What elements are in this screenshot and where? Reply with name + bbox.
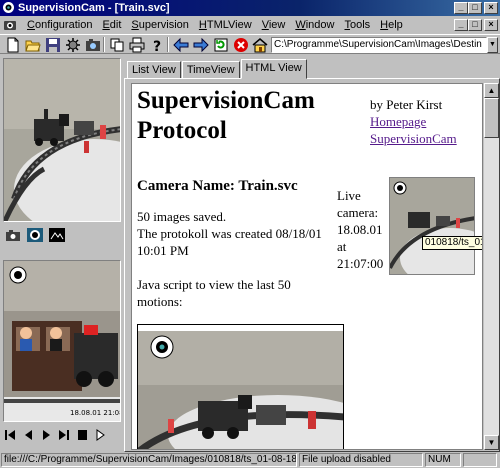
stop-icon[interactable]	[232, 36, 250, 53]
menu-help[interactable]: Help	[375, 18, 408, 32]
status-upload: File upload disabled	[299, 453, 423, 467]
open-folder-icon[interactable]	[24, 36, 42, 53]
status-url: file:///C:/Programme/SupervisionCam/Imag…	[1, 453, 297, 467]
skip-forward-icon[interactable]	[58, 427, 70, 443]
child-restore-button[interactable]: □	[468, 19, 482, 31]
child-minimize-button[interactable]: _	[454, 19, 468, 31]
live-camera-1-view[interactable]	[3, 58, 121, 222]
camera-icon[interactable]	[4, 227, 22, 243]
live-camera-2-view[interactable]: 18.08.01 21:08:20	[3, 260, 121, 422]
java-info: Java script to view the last 50 motions:	[137, 277, 291, 309]
document-camera-icon[interactable]	[3, 18, 17, 32]
scroll-up-arrow-icon[interactable]: ▲	[484, 83, 499, 98]
menu-supervision[interactable]: Supervision	[126, 18, 193, 32]
tab-html-view[interactable]: HTML View	[240, 59, 307, 79]
new-file-icon[interactable]	[4, 36, 22, 53]
supervisioncam-link[interactable]: SupervisionCam	[370, 130, 457, 147]
saved-info: 50 images saved. The protokoll was creat…	[137, 209, 322, 258]
image-tooltip: 010818/ts_01-08-1	[422, 236, 482, 250]
status-num-lock: NUM	[425, 453, 461, 467]
save-disk-icon[interactable]	[44, 36, 62, 53]
title-bar[interactable]: SupervisionCam - [Train.svc] _ □ ×	[0, 0, 500, 16]
toolbar-separator	[103, 37, 105, 52]
address-dropdown-arrow-icon[interactable]: ▼	[487, 37, 498, 53]
menu-edit[interactable]: Edit	[97, 18, 126, 32]
motion-detect-icon[interactable]	[48, 227, 66, 243]
scroll-down-arrow-icon[interactable]: ▼	[484, 435, 499, 450]
camera-timestamp: 18.08.01 21:08:20	[70, 409, 121, 417]
toolbar: ? C:\Programme\SupervisionCam\Images\Des…	[0, 34, 500, 55]
home-icon[interactable]	[251, 36, 269, 53]
copy-icon[interactable]	[108, 36, 126, 53]
html-view-content[interactable]: SupervisionCam Protocol by Peter Kirst H…	[131, 83, 483, 450]
refresh-icon[interactable]	[212, 36, 230, 53]
motion-image[interactable]	[137, 324, 344, 449]
minimize-button[interactable]: _	[454, 2, 468, 14]
status-empty	[463, 453, 497, 467]
menu-window[interactable]: Window	[290, 18, 339, 32]
settings-tools-icon[interactable]	[64, 36, 82, 53]
page-title: SupervisionCam Protocol	[137, 87, 315, 144]
back-arrow-icon[interactable]	[172, 36, 190, 53]
tab-time-view[interactable]: TimeView	[181, 61, 240, 79]
help-question-icon[interactable]: ?	[148, 36, 166, 55]
menu-view[interactable]: View	[257, 18, 291, 32]
play-outline-icon[interactable]	[94, 427, 106, 443]
vertical-scrollbar[interactable]: ▲ ▼	[484, 83, 499, 450]
window-title: SupervisionCam - [Train.svc]	[18, 2, 170, 14]
skip-back-icon[interactable]	[4, 427, 16, 443]
byline-block: by Peter Kirst Homepage SupervisionCam	[370, 96, 457, 147]
maximize-button[interactable]: □	[468, 2, 482, 14]
status-bar: file:///C:/Programme/SupervisionCam/Imag…	[0, 452, 500, 468]
live-camera-info: Live camera: 18.08.01 at 21:07:00	[337, 188, 384, 271]
close-button[interactable]: ×	[484, 2, 498, 14]
camera-panel: 18.08.01 21:08:20	[0, 55, 124, 452]
forward-arrow-icon[interactable]	[192, 36, 210, 53]
menu-tools[interactable]: Tools	[339, 18, 375, 32]
scroll-thumb[interactable]	[484, 98, 499, 138]
print-icon[interactable]	[128, 36, 146, 53]
play-icon[interactable]	[40, 427, 52, 443]
step-back-icon[interactable]	[22, 427, 34, 443]
live-camera-thumbnail[interactable]	[389, 177, 475, 275]
stop-square-icon[interactable]	[76, 427, 88, 443]
homepage-link[interactable]: Homepage	[370, 113, 457, 130]
child-close-button[interactable]: ×	[484, 19, 498, 31]
toolbar-separator	[167, 37, 169, 52]
playback-controls	[4, 427, 106, 443]
menu-htmlview[interactable]: HTMLView	[194, 18, 257, 32]
webcam-icon[interactable]	[26, 227, 44, 243]
tab-list-view[interactable]: List View	[127, 61, 181, 79]
address-field[interactable]: C:\Programme\SupervisionCam\Images\Desti…	[271, 37, 487, 53]
camera-name-heading: Camera Name: Train.svc	[137, 178, 298, 194]
svg-text:?: ?	[153, 39, 161, 53]
author-text: by Peter Kirst	[370, 97, 443, 112]
view-tabs: List View TimeView HTML View	[127, 59, 308, 79]
app-camera-icon	[3, 2, 14, 13]
menu-bar: Configuration Edit Supervision HTMLView …	[0, 16, 500, 34]
menu-configuration[interactable]: Configuration	[22, 18, 97, 32]
camera-icon[interactable]	[84, 36, 102, 53]
